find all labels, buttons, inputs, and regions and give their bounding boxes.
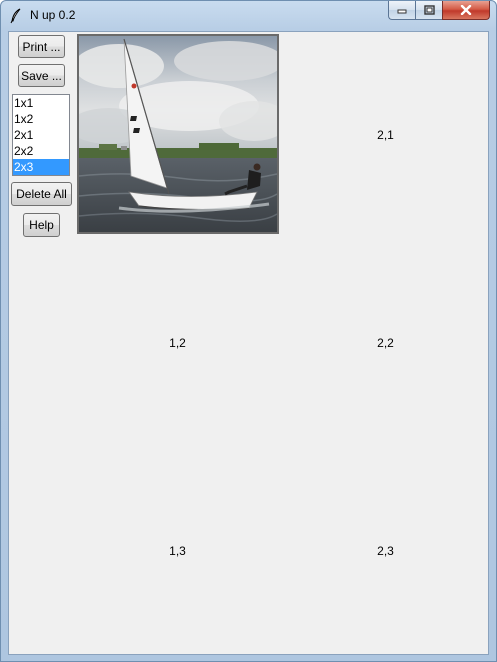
- caption-buttons: [388, 1, 490, 21]
- layout-item-2x1[interactable]: 2x1: [13, 127, 69, 143]
- close-icon: [460, 5, 472, 15]
- title-bar[interactable]: N up 0.2: [1, 1, 496, 31]
- grid-cell-2-1[interactable]: 2,1: [283, 32, 488, 237]
- help-button[interactable]: Help: [23, 213, 60, 237]
- window-title: N up 0.2: [30, 8, 76, 22]
- grid-cell-2-2[interactable]: 2,2: [283, 240, 488, 445]
- print-button[interactable]: Print ...: [18, 35, 65, 58]
- layout-item-2x3[interactable]: 2x3: [13, 159, 69, 175]
- minimize-button[interactable]: [388, 1, 415, 20]
- layout-item-1x1[interactable]: 1x1: [13, 95, 69, 111]
- delete-all-button[interactable]: Delete All: [11, 182, 72, 206]
- save-button[interactable]: Save ...: [18, 64, 65, 87]
- close-button[interactable]: [442, 1, 490, 20]
- client-area: Print ... Save ... 1x1 1x2 2x1 2x2 2x3 D…: [8, 31, 489, 655]
- layout-item-1x2[interactable]: 1x2: [13, 111, 69, 127]
- grid-cell-1-3[interactable]: 1,3: [75, 448, 280, 654]
- maximize-button[interactable]: [415, 1, 442, 20]
- cell-label: 2,1: [377, 127, 394, 142]
- cell-label: 2,2: [377, 335, 394, 350]
- feather-icon: [10, 8, 21, 24]
- sailboat-photo[interactable]: [77, 34, 279, 234]
- grid-cell-1-2[interactable]: 1,2: [75, 240, 280, 445]
- minimize-icon: [397, 9, 407, 14]
- app-window: N up 0.2 Print ... Save ... 1x1 1x2 2x1 …: [0, 0, 497, 662]
- grid-cell-1-1[interactable]: [75, 32, 280, 237]
- layout-listbox[interactable]: 1x1 1x2 2x1 2x2 2x3: [12, 94, 70, 176]
- cell-label: 1,2: [169, 335, 186, 350]
- maximize-icon: [423, 5, 435, 15]
- cell-label: 2,3: [377, 544, 394, 558]
- layout-item-2x2[interactable]: 2x2: [13, 143, 69, 159]
- page-grid: 2,1 1,2 2,2 1,3 2,3: [75, 32, 488, 654]
- sailboat-image: [79, 36, 277, 232]
- cell-label: 1,3: [169, 544, 186, 558]
- grid-cell-2-3[interactable]: 2,3: [283, 448, 488, 654]
